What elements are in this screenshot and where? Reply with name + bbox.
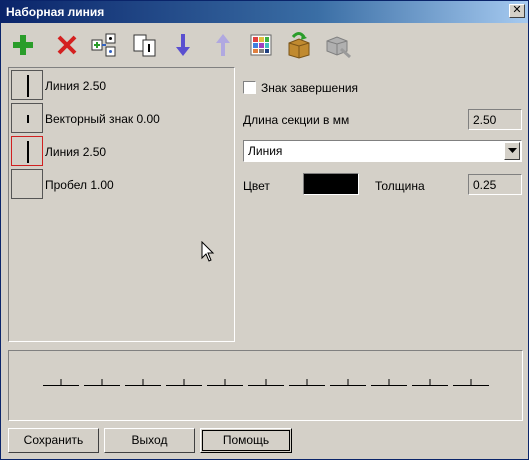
list-item-label: Линия 2.50	[45, 79, 107, 93]
palette-icon	[250, 34, 272, 56]
list-item[interactable]: Линия 2.50	[10, 69, 233, 101]
finish-sign-checkbox[interactable]	[243, 81, 256, 94]
delete-icon	[57, 35, 77, 55]
combo-dropdown-button[interactable]	[504, 142, 520, 160]
list-item[interactable]: Пробел 1.00	[10, 168, 233, 200]
line-preview	[8, 350, 523, 421]
section-length-field[interactable]: 2.50	[468, 109, 522, 130]
palette-button[interactable]	[247, 31, 275, 59]
close-button[interactable]: ✕	[509, 4, 525, 18]
export-disabled-icon	[326, 36, 351, 59]
list-item[interactable]: Векторный знак 0.00	[10, 102, 233, 134]
section-length-label: Длина секции в мм	[243, 113, 350, 127]
mouse-cursor-icon	[201, 241, 215, 262]
thickness-field[interactable]: 0.25	[468, 174, 522, 195]
type-select-value: Линия	[248, 144, 283, 158]
export-button[interactable]	[323, 31, 351, 59]
thickness-label: Толщина	[375, 179, 425, 193]
dialog-window: Наборная линия ✕ Линия 2.50 Векторный зн…	[0, 0, 529, 460]
finish-sign-label: Знак завершения	[261, 81, 359, 95]
add-icon	[13, 35, 33, 55]
insert-vector-icon	[133, 34, 156, 57]
save-button[interactable]: Сохранить	[8, 428, 99, 453]
dash-line-preview	[43, 379, 489, 386]
insert-vector-button[interactable]	[131, 31, 159, 59]
space-swatch-icon	[11, 169, 43, 199]
insert-symbol-button[interactable]	[89, 31, 117, 59]
import-button[interactable]	[285, 31, 313, 59]
color-picker[interactable]	[303, 173, 359, 195]
vector-swatch-icon	[11, 103, 43, 133]
list-item-label: Линия 2.50	[45, 145, 107, 159]
chevron-down-icon	[507, 148, 517, 153]
line-swatch-icon	[11, 136, 43, 166]
delete-button[interactable]	[53, 31, 81, 59]
line-swatch-icon	[11, 70, 43, 100]
color-label: Цвет	[243, 179, 270, 193]
exit-button[interactable]: Выход	[104, 428, 195, 453]
move-up-button[interactable]	[209, 31, 237, 59]
help-button[interactable]: Помощь	[200, 428, 292, 453]
list-item-label: Пробел 1.00	[45, 178, 114, 192]
window-title: Наборная линия	[6, 5, 105, 19]
move-up-icon	[216, 34, 230, 56]
add-button[interactable]	[9, 31, 37, 59]
list-item-selected[interactable]: Линия 2.50	[10, 135, 233, 167]
insert-symbol-icon	[91, 33, 116, 57]
type-select[interactable]: Линия	[243, 140, 522, 162]
move-down-icon	[176, 34, 190, 56]
title-bar[interactable]: Наборная линия ✕	[1, 1, 528, 23]
import-box-icon	[288, 32, 310, 59]
move-down-button[interactable]	[169, 31, 197, 59]
list-item-label: Векторный знак 0.00	[45, 112, 160, 126]
elements-list[interactable]: Линия 2.50 Векторный знак 0.00 Линия 2.5…	[8, 67, 235, 342]
close-icon: ✕	[512, 4, 522, 16]
properties-panel: Знак завершения Длина секции в мм 2.50 Л…	[243, 71, 523, 201]
